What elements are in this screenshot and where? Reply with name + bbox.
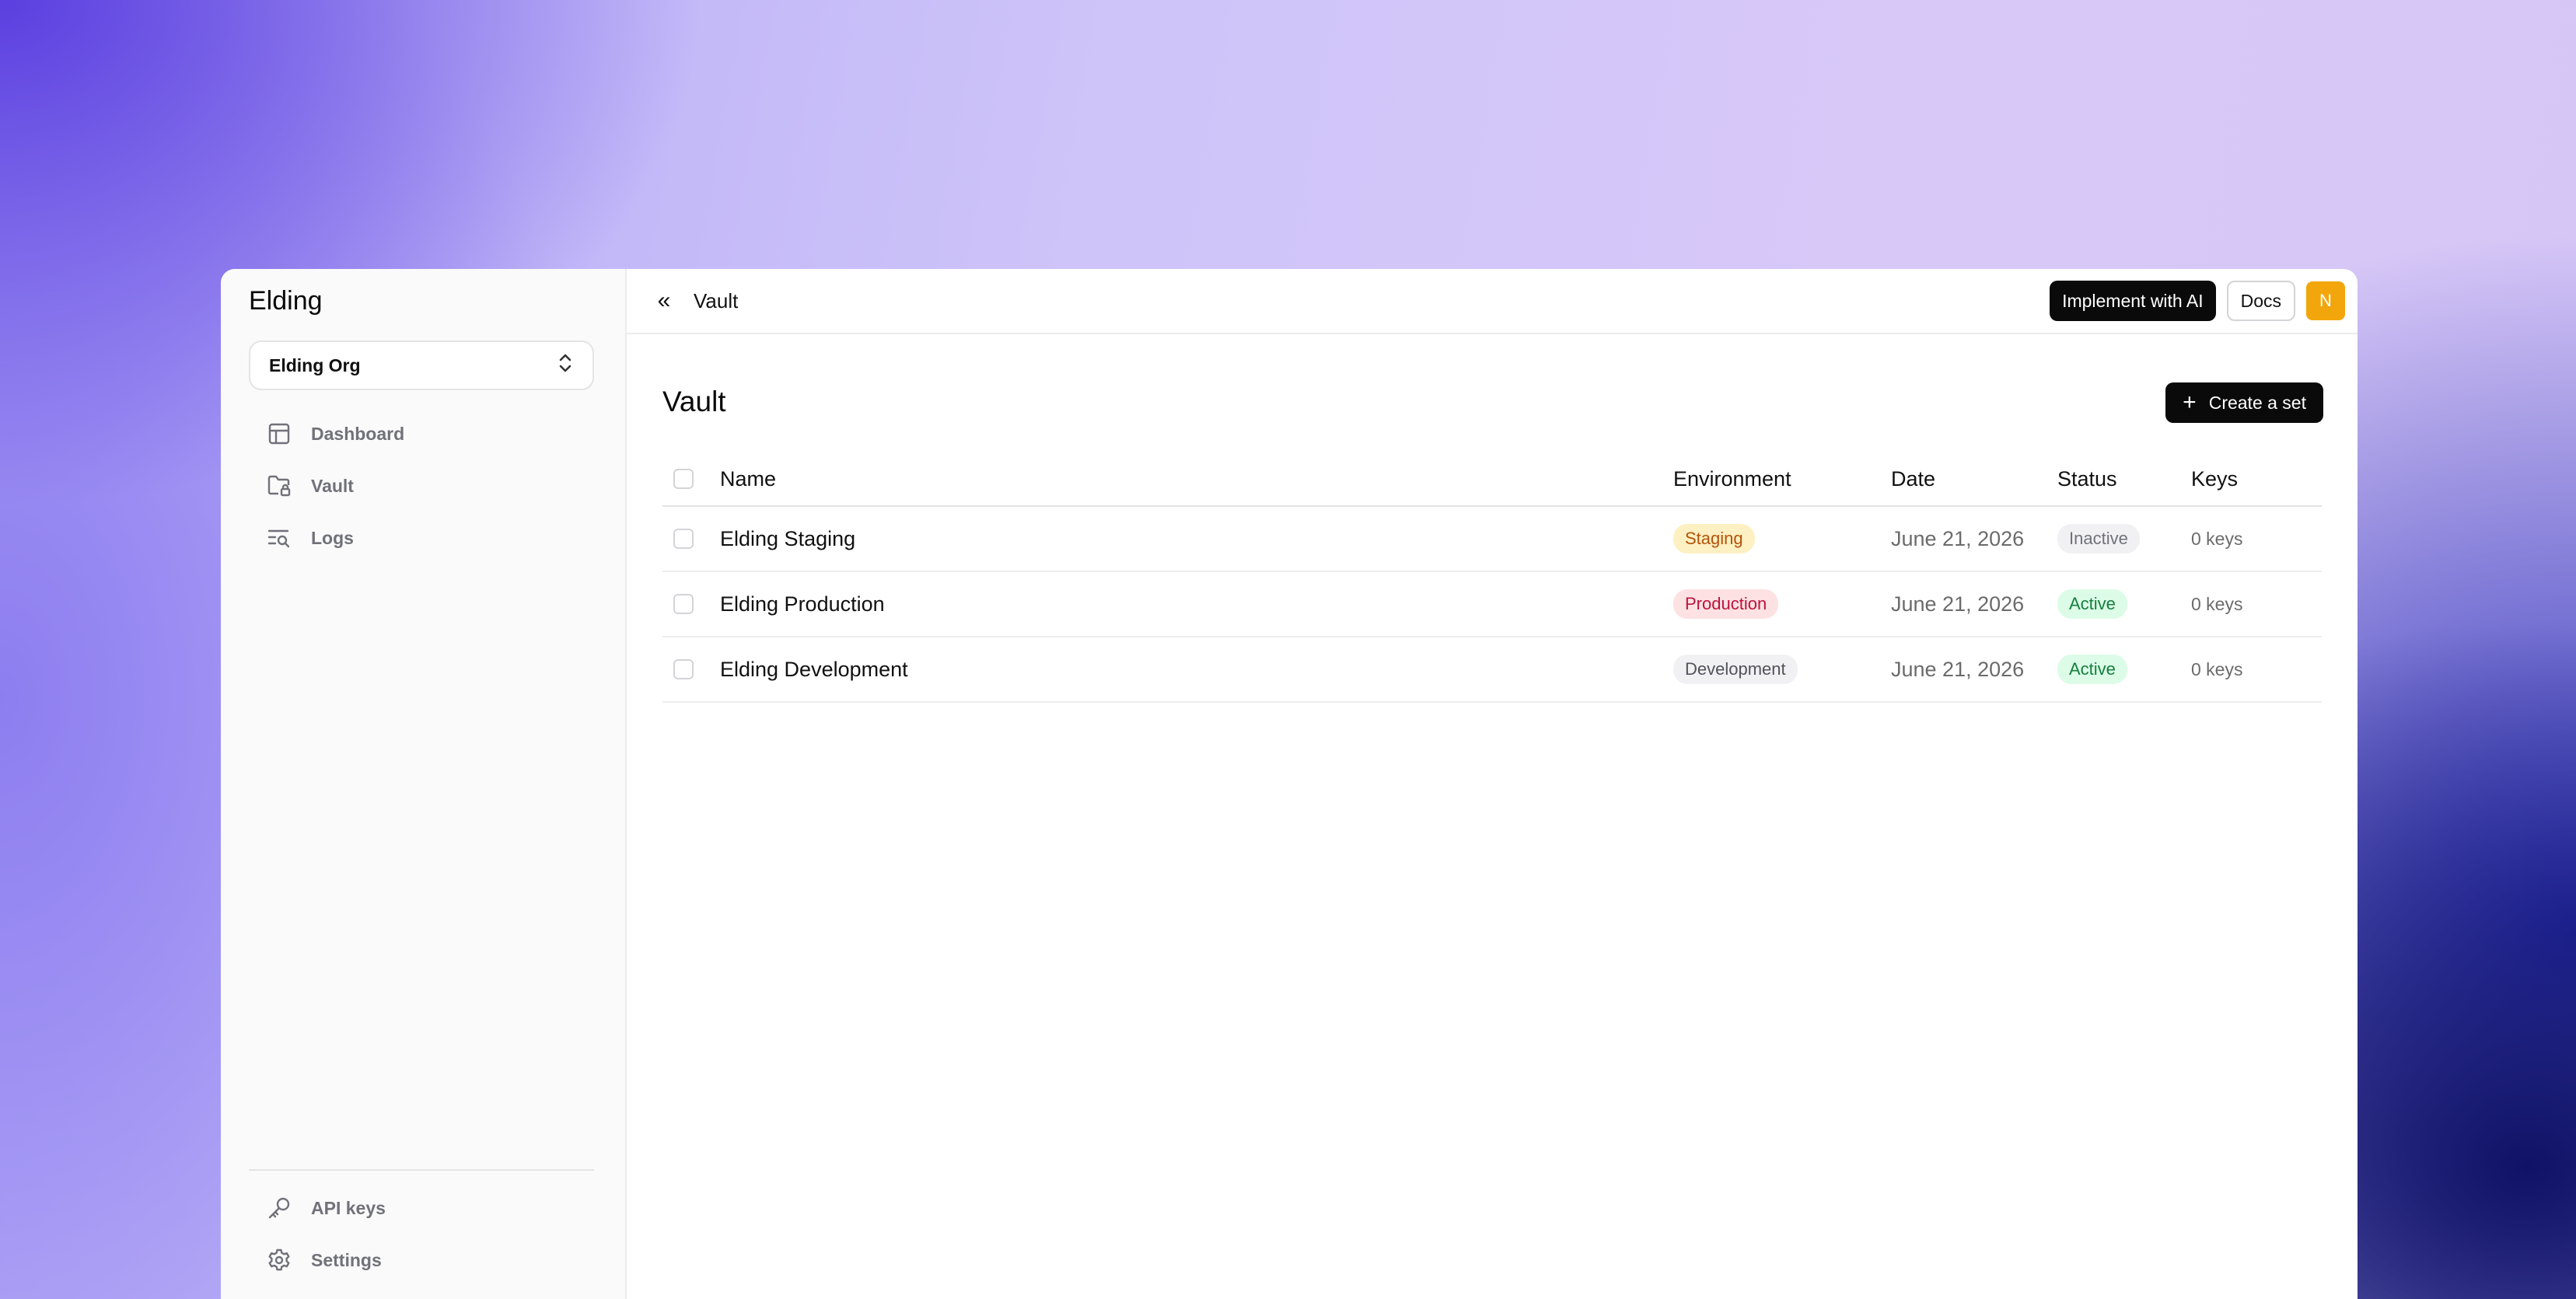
- column-header-environment[interactable]: Environment: [1673, 467, 1891, 491]
- environment-badge: Development: [1673, 654, 1798, 685]
- collapse-sidebar-icon[interactable]: «: [648, 289, 680, 313]
- table-row[interactable]: Elding Development Development June 21, …: [662, 637, 2322, 703]
- plus-icon: +: [2183, 389, 2197, 415]
- top-actions: Implement with AI Docs N: [2050, 281, 2345, 321]
- status-badge: Active: [2057, 588, 2127, 620]
- set-date: June 21, 2026: [1891, 657, 2025, 681]
- keys-count: 0 keys: [2191, 528, 2243, 549]
- sidebar-item-label: Dashboard: [311, 423, 405, 444]
- org-selector-value: Elding Org: [269, 354, 361, 375]
- main-content: « Vault Implement with AI Docs N Vault +…: [627, 269, 2358, 1299]
- sidebar-item-label: Settings: [311, 1249, 382, 1270]
- set-date: June 21, 2026: [1891, 592, 2025, 616]
- sidebar-bottom-nav: API keys Settings: [249, 1186, 594, 1290]
- sidebar-item-vault[interactable]: Vault: [249, 464, 594, 508]
- sidebar-nav: Dashboard Vault Logs: [249, 412, 594, 568]
- select-all-checkbox[interactable]: [673, 469, 694, 489]
- row-checkbox[interactable]: [673, 659, 694, 679]
- avatar[interactable]: N: [2306, 281, 2345, 320]
- column-header-status[interactable]: Status: [2057, 467, 2191, 491]
- status-badge: Active: [2057, 654, 2127, 685]
- layout-icon: [266, 421, 292, 447]
- sidebar: Elding Elding Org Dashboard Vault Logs A…: [221, 269, 627, 1299]
- table-header-row: Name Environment Date Status Keys: [662, 452, 2322, 507]
- table-row[interactable]: Elding Production Production June 21, 20…: [662, 572, 2322, 637]
- folder-lock-icon: [266, 473, 292, 499]
- set-name[interactable]: Elding Development: [720, 658, 1673, 682]
- set-name[interactable]: Elding Staging: [720, 527, 1673, 551]
- create-set-button[interactable]: + Create a set: [2165, 382, 2323, 423]
- environment-badge: Production: [1673, 588, 1779, 620]
- key-icon: [266, 1195, 292, 1221]
- docs-button[interactable]: Docs: [2226, 281, 2295, 321]
- gear-icon: [266, 1247, 292, 1273]
- row-checkbox[interactable]: [673, 594, 694, 614]
- keys-count: 0 keys: [2191, 593, 2243, 614]
- sidebar-item-dashboard[interactable]: Dashboard: [249, 412, 594, 456]
- create-set-label: Create a set: [2208, 392, 2306, 413]
- sidebar-item-label: API keys: [311, 1197, 386, 1218]
- page-title: Vault: [662, 386, 726, 417]
- sidebar-item-label: Vault: [311, 475, 354, 496]
- column-header-keys[interactable]: Keys: [2191, 467, 2316, 491]
- chevron-up-down-icon: [557, 351, 574, 379]
- vault-table: Name Environment Date Status Keys Elding…: [662, 452, 2322, 703]
- set-date: June 21, 2026: [1891, 526, 2025, 550]
- list-search-icon: [266, 525, 292, 551]
- column-header-name[interactable]: Name: [720, 467, 1673, 491]
- column-header-date[interactable]: Date: [1891, 467, 2057, 491]
- breadcrumb: Vault: [694, 288, 739, 313]
- app-window: Elding Elding Org Dashboard Vault Logs A…: [221, 269, 2358, 1299]
- keys-count: 0 keys: [2191, 658, 2243, 679]
- status-badge: Inactive: [2057, 523, 2140, 554]
- set-name[interactable]: Elding Production: [720, 592, 1673, 616]
- org-selector[interactable]: Elding Org: [249, 340, 594, 390]
- sidebar-divider: [249, 1169, 594, 1171]
- brand-name: Elding: [249, 286, 323, 316]
- sidebar-item-api-keys[interactable]: API keys: [249, 1186, 594, 1230]
- sidebar-item-settings[interactable]: Settings: [249, 1238, 594, 1282]
- sidebar-item-logs[interactable]: Logs: [249, 516, 594, 560]
- table-row[interactable]: Elding Staging Staging June 21, 2026 Ina…: [662, 507, 2322, 572]
- row-checkbox[interactable]: [673, 529, 694, 549]
- top-bar: « Vault Implement with AI Docs N: [627, 269, 2358, 334]
- sidebar-item-label: Logs: [311, 527, 354, 548]
- implement-with-ai-button[interactable]: Implement with AI: [2050, 281, 2216, 321]
- environment-badge: Staging: [1673, 523, 1755, 554]
